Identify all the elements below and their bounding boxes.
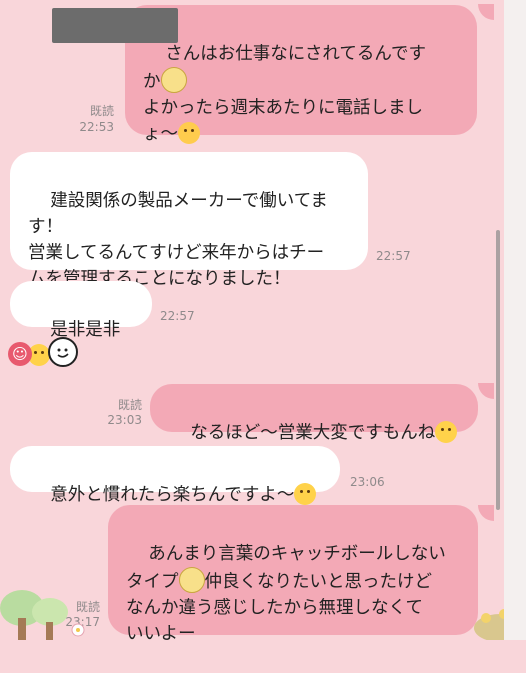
message-text: 建設関係の製品メーカーで働いてま す！ 営業してるんてすけど来年からはチー ムを… xyxy=(28,191,328,289)
read-receipt: 既読 xyxy=(117,398,142,412)
bubble-tail xyxy=(478,4,494,20)
chat-view: さんはお仕事なにされてるんです か よかったら週末あたりに電話しまし ょ〜 既読… xyxy=(0,0,526,644)
timestamp: 23:03 xyxy=(107,413,142,427)
incoming-message[interactable]: 意外と慣れたら楽ちんですよ〜 xyxy=(10,446,340,505)
redacted-name xyxy=(52,8,178,43)
read-receipt: 既読 xyxy=(89,104,114,118)
flushed-emoji-icon xyxy=(178,122,200,144)
tree-decoration-icon xyxy=(0,590,85,640)
message-text: なるほど〜営業大変ですもんね xyxy=(190,423,436,443)
smiley-sticker-icon[interactable] xyxy=(48,337,78,367)
bubble-tail xyxy=(478,505,494,521)
rofl-emoji-icon xyxy=(435,421,458,443)
timestamp: 22:57 xyxy=(160,309,195,323)
bubble-tail xyxy=(478,383,494,399)
thinking-emoji-icon xyxy=(178,567,205,593)
incoming-message[interactable]: 是非是非 xyxy=(10,281,152,366)
outgoing-message[interactable]: あんまり言葉のキャッチボールしない タイプ 仲良くなりたいと思ったけど なんか違う… xyxy=(108,505,478,644)
relieved-emoji-icon xyxy=(294,483,317,505)
thinking-emoji-icon xyxy=(160,67,187,93)
scrollbar[interactable] xyxy=(496,230,500,510)
timestamp: 22:57 xyxy=(376,249,411,263)
smile-reaction-icon[interactable]: ☺ xyxy=(8,342,32,366)
timestamp: 22:53 xyxy=(79,120,114,134)
message-text: 意外と慣れたら楽ちんですよ〜 xyxy=(50,485,295,505)
outgoing-message[interactable]: なるほど〜営業大変ですもんね xyxy=(150,384,478,443)
window-edge xyxy=(504,0,526,640)
incoming-message[interactable]: 建設関係の製品メーカーで働いてま す！ 営業してるんてすけど来年からはチー ムを… xyxy=(10,152,368,289)
timestamp: 23:06 xyxy=(350,475,385,489)
